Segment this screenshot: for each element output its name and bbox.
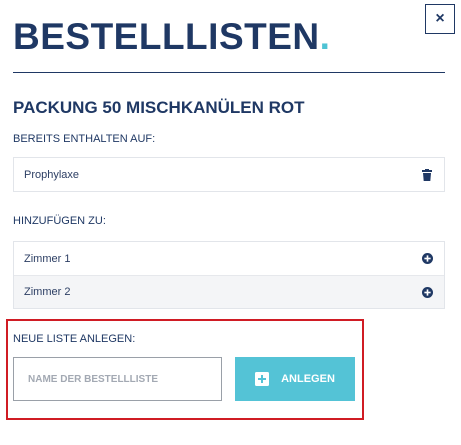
add-to-label: HINZUFÜGEN ZU: [13, 215, 106, 227]
list-item-prophylaxe: Prophylaxe [14, 158, 444, 191]
list-item-label: Zimmer 2 [24, 286, 71, 298]
list-item-label: Zimmer 1 [24, 252, 71, 265]
list-item-label: Prophylaxe [24, 168, 80, 181]
add-to-list: Zimmer 1 Zimmer 2 [13, 241, 445, 309]
header-divider [13, 72, 445, 73]
trash-icon[interactable] [420, 168, 434, 182]
new-list-label: NEUE LISTE ANLEGEN: [13, 333, 136, 345]
list-item-zimmer-2[interactable]: Zimmer 2 [14, 275, 444, 308]
close-icon: × [435, 10, 445, 27]
page-title-text: BESTELLLISTEN [13, 16, 320, 57]
already-contained-label: BEREITS ENTHALTEN AUF: [13, 133, 156, 145]
close-button[interactable]: × [425, 4, 455, 34]
list-name-input[interactable] [13, 357, 222, 401]
plus-circle-icon[interactable] [420, 252, 434, 266]
create-list-button[interactable]: ANLEGEN [235, 357, 355, 401]
page-title-dot: . [319, 16, 331, 57]
plus-circle-icon[interactable] [420, 285, 434, 299]
already-contained-list: Prophylaxe [13, 157, 445, 192]
page-title: BESTELLLISTEN. [13, 16, 330, 58]
plus-square-icon [255, 372, 270, 386]
create-list-button-label: ANLEGEN [281, 373, 335, 385]
product-name: PACKUNG 50 MISCHKANÜLEN ROT [13, 98, 305, 117]
list-item-zimmer-1[interactable]: Zimmer 1 [14, 242, 444, 275]
